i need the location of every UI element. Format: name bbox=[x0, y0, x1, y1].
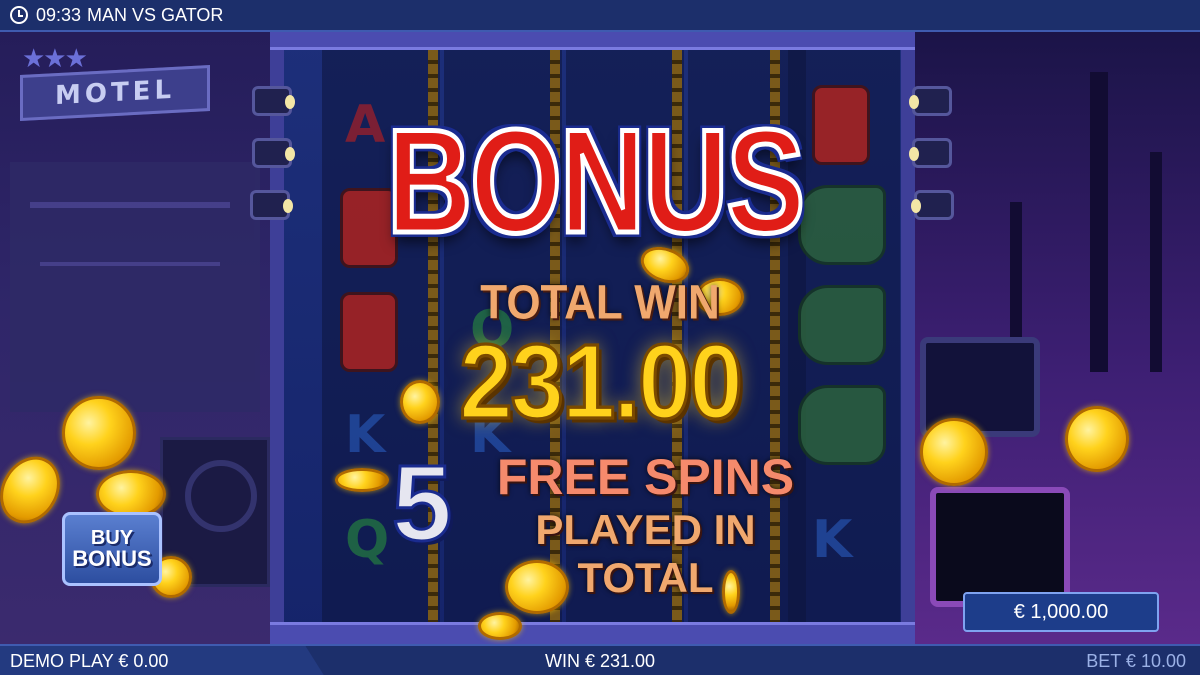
spotlight-icon bbox=[252, 138, 295, 168]
gator-icon bbox=[798, 285, 886, 365]
win-display: WIN € 231.00 bbox=[544, 651, 656, 671]
reel-symbol: A bbox=[345, 95, 386, 155]
top-bar: 09:33 MAN VS GATOR bbox=[0, 0, 1200, 32]
coin-icon bbox=[96, 470, 166, 518]
buy-bonus-label-line2: BONUS bbox=[72, 546, 152, 571]
tv-prop bbox=[930, 487, 1070, 607]
motel-building bbox=[10, 162, 260, 412]
spotlight-icon bbox=[252, 86, 295, 116]
free-spins-count: 5 bbox=[391, 441, 454, 565]
coin-icon bbox=[62, 396, 136, 470]
palm-tree-icon bbox=[1150, 152, 1162, 372]
reel-symbol: K bbox=[345, 405, 386, 465]
buy-bonus-label-line1: BUY bbox=[90, 527, 134, 549]
spotlight-icon bbox=[909, 86, 952, 116]
total-win-amount: 231.00 bbox=[458, 322, 745, 443]
gas-can-icon bbox=[340, 292, 398, 372]
bet-display[interactable]: BET € 10.00 bbox=[1086, 651, 1186, 672]
balance-display[interactable]: € 1,000.00 bbox=[963, 592, 1159, 632]
coin-icon bbox=[478, 612, 522, 640]
reel-frame-bottom bbox=[270, 622, 915, 644]
coin-icon bbox=[335, 468, 389, 492]
buy-bonus-button[interactable]: BUY BONUS bbox=[62, 512, 162, 586]
spotlight-icon bbox=[250, 190, 293, 220]
reel-symbol: Q bbox=[345, 510, 390, 570]
played-in-total-label: PLAYED IN TOTAL bbox=[535, 506, 756, 601]
spotlight-icon bbox=[911, 190, 954, 220]
bottom-bar: DEMO PLAY € 0.00 WIN € 231.00 BET € 10.0… bbox=[0, 644, 1200, 675]
free-spins-label: FREE SPINS bbox=[496, 449, 795, 505]
gator-icon bbox=[798, 185, 886, 265]
clock-time: 09:33 bbox=[36, 4, 82, 25]
spotlight-icon bbox=[909, 138, 952, 168]
palm-tree-icon bbox=[1090, 72, 1108, 372]
star-icon: ★★★ bbox=[22, 44, 88, 74]
clock-icon bbox=[10, 6, 28, 24]
reel-frame-top bbox=[270, 32, 915, 50]
reel-symbol: K bbox=[812, 510, 853, 570]
bonus-heading: BONUS bbox=[385, 97, 807, 267]
gas-can-icon bbox=[812, 85, 870, 165]
game-title: MAN VS GATOR bbox=[87, 4, 224, 25]
coin-icon bbox=[920, 418, 988, 486]
coin-icon bbox=[1065, 406, 1129, 472]
